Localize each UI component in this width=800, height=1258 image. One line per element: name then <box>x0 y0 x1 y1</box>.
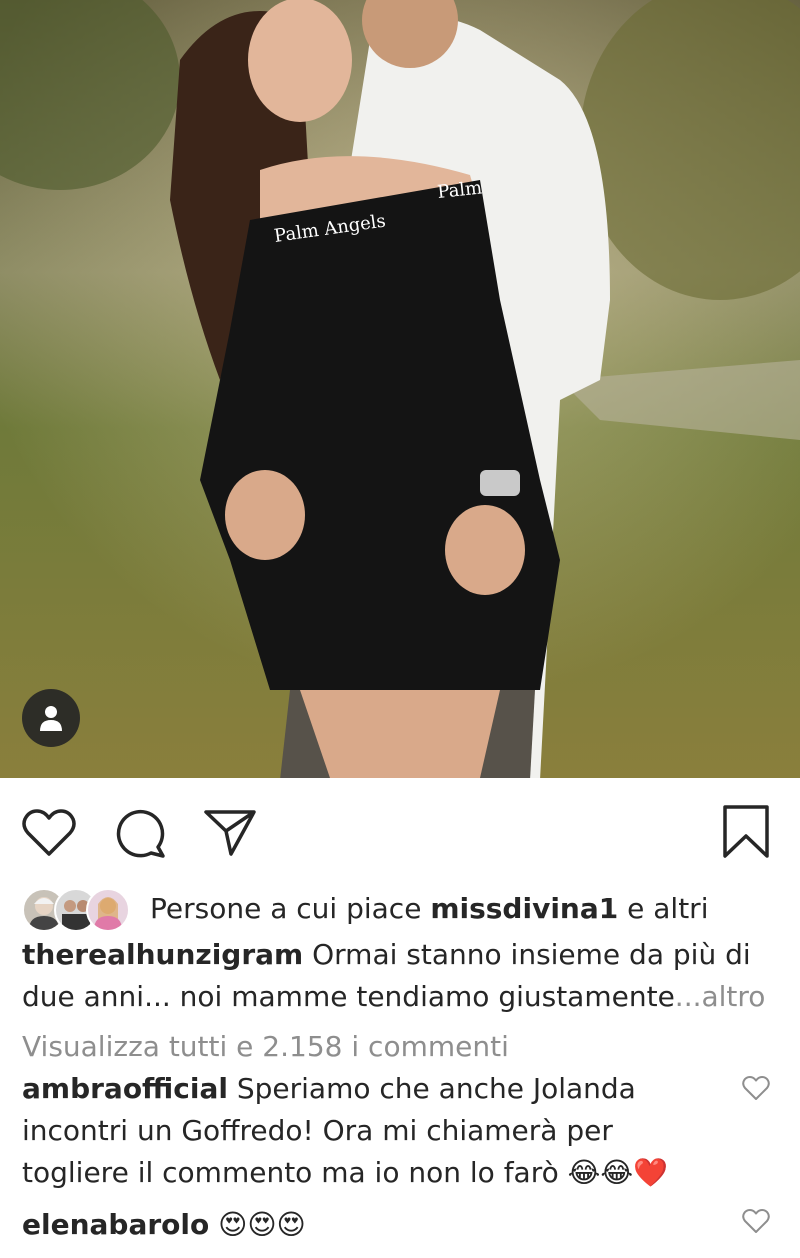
comment-like-button[interactable] <box>742 1208 770 1238</box>
liker-avatars <box>22 886 134 932</box>
likes-text: Persone a cui piace missdivina1 e altri <box>150 892 708 925</box>
likes-prefix: Persone a cui piace <box>150 891 431 925</box>
bookmark-outline-icon <box>723 805 769 858</box>
post-caption: therealhunzigram Ormai stanno insieme da… <box>22 934 782 1018</box>
liker-username-link[interactable]: missdivina1 <box>430 892 618 925</box>
paper-plane-icon <box>204 810 256 856</box>
caption-username-link[interactable]: therealhunzigram <box>22 938 303 971</box>
comment-text: 😍😍😍 <box>209 1208 306 1241</box>
post-photo-illustration: Palm Angels Palm <box>0 0 800 778</box>
comment-item: elenabarolo 😍😍😍 <box>22 1204 722 1246</box>
comment-item: ambraofficial Speriamo che anche Jolanda… <box>22 1068 722 1194</box>
post-action-bar <box>0 778 800 888</box>
caption-more-link[interactable]: ...altro <box>675 980 766 1013</box>
likes-suffix: e altri <box>618 891 709 925</box>
comment-like-button[interactable] <box>742 1075 770 1105</box>
like-button[interactable] <box>22 808 76 862</box>
heart-outline-icon <box>22 809 76 856</box>
view-all-comments-link[interactable]: Visualizza tutti e 2.158 i commenti <box>22 1026 509 1068</box>
save-button[interactable] <box>722 804 770 864</box>
heart-outline-icon <box>742 1076 770 1100</box>
post-image[interactable]: Palm Angels Palm <box>0 0 800 778</box>
comment-button[interactable] <box>113 807 167 863</box>
user-icon <box>40 706 62 731</box>
avatar <box>86 888 130 932</box>
comment-username-link[interactable]: ambraofficial <box>22 1072 228 1105</box>
likes-summary[interactable]: Persone a cui piace missdivina1 e altri <box>22 884 782 932</box>
share-button[interactable] <box>203 808 257 862</box>
heart-outline-icon <box>742 1209 770 1233</box>
tag-people-button[interactable] <box>22 689 80 747</box>
comment-username-link[interactable]: elenabarolo <box>22 1208 209 1241</box>
comment-bubble-icon <box>116 810 165 858</box>
